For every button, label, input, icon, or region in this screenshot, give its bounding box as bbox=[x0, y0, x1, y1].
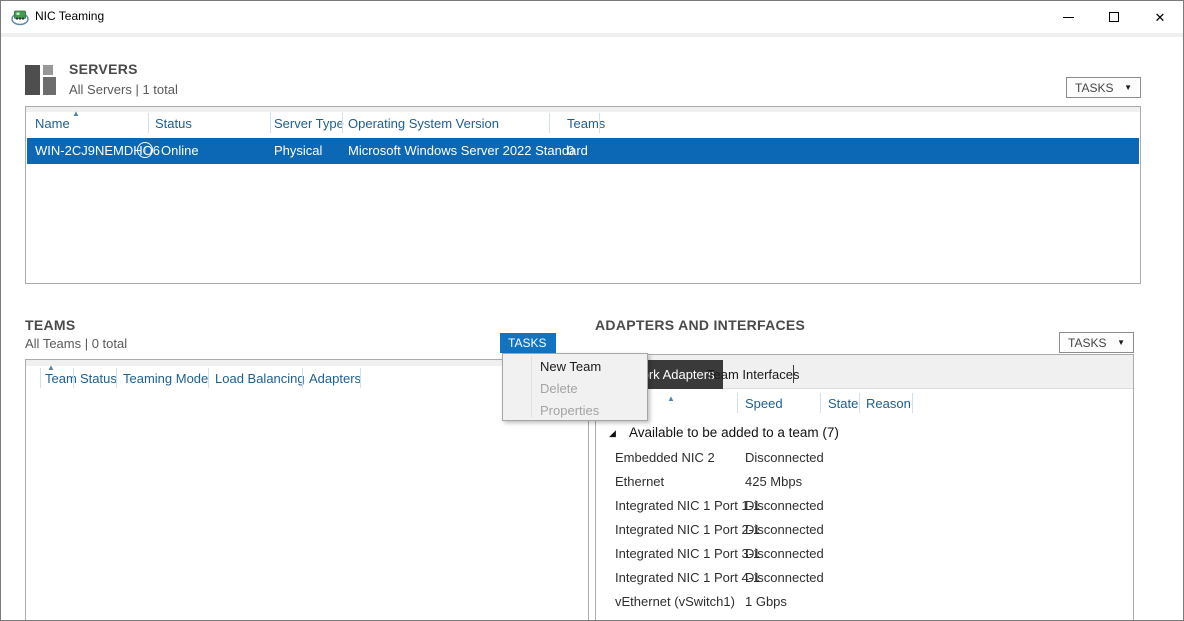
column-header-adapters[interactable]: Adapters bbox=[309, 371, 361, 386]
column-header-state[interactable]: State bbox=[828, 396, 858, 411]
maximize-icon bbox=[1109, 12, 1119, 22]
adapter-name-cell: Ethernet bbox=[615, 474, 664, 489]
caption-controls: ✕ bbox=[1045, 1, 1183, 33]
menu-item-new-team[interactable]: New Team bbox=[504, 355, 646, 377]
adapter-speed-cell: 425 Mbps bbox=[745, 474, 802, 489]
column-separator bbox=[599, 113, 600, 133]
tab-team-interfaces[interactable]: Team Interfaces bbox=[699, 360, 808, 389]
servers-section-title: SERVERS bbox=[69, 61, 138, 77]
column-separator bbox=[73, 368, 74, 388]
column-separator bbox=[208, 368, 209, 388]
adapter-speed-cell: Disconnected bbox=[745, 450, 824, 465]
adapter-row[interactable]: vEthernet (vSwitch1) 1 Gbps bbox=[596, 590, 1133, 614]
server-teams-cell: 0 bbox=[567, 143, 574, 158]
column-header-reason[interactable]: Reason bbox=[866, 396, 911, 411]
adapters-tasks-label: TASKS bbox=[1068, 336, 1106, 350]
column-header-status[interactable]: Status bbox=[155, 116, 192, 131]
server-status-cell: Online bbox=[161, 143, 199, 158]
adapter-name-cell: vEthernet (vSwitch1) bbox=[615, 594, 735, 609]
adapter-name-cell: Integrated NIC 1 Port 3-1 bbox=[615, 546, 760, 561]
column-separator bbox=[912, 393, 913, 413]
server-row-selected[interactable]: WIN-2CJ9NEMDHO6 ↑ Online Physical Micros… bbox=[27, 138, 1139, 164]
adapters-tab-bar: Network Adapters Team Interfaces bbox=[596, 355, 1133, 389]
sort-ascending-icon: ▲ bbox=[667, 395, 675, 403]
teams-tasks-menu: New Team Delete Properties bbox=[502, 353, 648, 421]
column-separator bbox=[360, 368, 361, 388]
teams-section-title: TEAMS bbox=[25, 317, 76, 333]
servers-tasks-dropdown-icon: ▼ bbox=[1124, 83, 1132, 92]
column-separator bbox=[737, 393, 738, 413]
adapters-tasks-button[interactable]: TASKS ▼ bbox=[1059, 332, 1134, 353]
column-header-status[interactable]: Status bbox=[80, 371, 117, 386]
titlebar-divider bbox=[1, 33, 1183, 37]
servers-table-top-strip bbox=[26, 107, 1140, 112]
close-icon: ✕ bbox=[1155, 11, 1166, 24]
title-bar: NIC Teaming ✕ bbox=[1, 1, 1183, 33]
column-header-speed[interactable]: Speed bbox=[745, 396, 783, 411]
adapter-speed-cell: 1 Gbps bbox=[745, 594, 787, 609]
servers-section-subtitle: All Servers | 1 total bbox=[69, 82, 178, 97]
adapter-speed-cell: Disconnected bbox=[745, 570, 824, 585]
sort-ascending-icon: ▲ bbox=[72, 110, 80, 118]
up-arrow-icon: ↑ bbox=[143, 145, 148, 155]
group-label: Available to be added to a team (7) bbox=[629, 425, 839, 440]
adapter-speed-cell: Disconnected bbox=[745, 522, 824, 537]
minimize-button[interactable] bbox=[1045, 1, 1091, 33]
menu-item-delete[interactable]: Delete bbox=[504, 377, 646, 399]
window-title: NIC Teaming bbox=[35, 9, 104, 23]
adapter-name-cell: Embedded NIC 2 bbox=[615, 450, 715, 465]
column-header-os-version[interactable]: Operating System Version bbox=[348, 116, 499, 131]
column-separator bbox=[820, 393, 821, 413]
column-separator bbox=[116, 368, 117, 388]
adapter-row[interactable]: Integrated NIC 1 Port 3-1 Disconnected bbox=[596, 542, 1133, 566]
maximize-button[interactable] bbox=[1091, 1, 1137, 33]
menu-item-properties[interactable]: Properties bbox=[504, 399, 646, 421]
adapter-speed-cell: Disconnected bbox=[745, 498, 824, 513]
adapter-name-cell: Integrated NIC 1 Port 4-1 bbox=[615, 570, 760, 585]
column-separator bbox=[270, 113, 271, 133]
column-separator bbox=[549, 113, 550, 133]
adapter-name-cell: Integrated NIC 1 Port 1-1 bbox=[615, 498, 760, 513]
adapters-panel: Network Adapters Team Interfaces ▲ Speed… bbox=[595, 354, 1134, 621]
teams-tasks-label: TASKS bbox=[508, 336, 546, 350]
adapter-row[interactable]: Integrated NIC 1 Port 1-1 Disconnected bbox=[596, 494, 1133, 518]
column-header-server-type[interactable]: Server Type bbox=[274, 116, 344, 131]
adapter-group-row[interactable]: ◢ Available to be added to a team (7) bbox=[596, 424, 1133, 446]
adapter-row[interactable]: Integrated NIC 1 Port 2-1 Disconnected bbox=[596, 518, 1133, 542]
nic-teaming-app-icon bbox=[11, 8, 29, 26]
close-button[interactable]: ✕ bbox=[1137, 1, 1183, 33]
teams-tasks-dropdown-icon: ▼ bbox=[556, 339, 564, 348]
teams-tasks-button[interactable]: TASKS ▼ bbox=[500, 333, 556, 353]
servers-tasks-label: TASKS bbox=[1075, 81, 1113, 95]
column-separator bbox=[342, 113, 343, 133]
server-os-cell: Microsoft Windows Server 2022 Standard bbox=[348, 143, 588, 158]
column-separator bbox=[859, 393, 860, 413]
column-header-load-balancing[interactable]: Load Balancing bbox=[215, 371, 305, 386]
server-type-cell: Physical bbox=[274, 143, 322, 158]
column-separator bbox=[302, 368, 303, 388]
column-header-teaming-mode[interactable]: Teaming Mode bbox=[123, 371, 208, 386]
servers-tile-icon bbox=[25, 63, 59, 97]
column-separator bbox=[40, 368, 41, 388]
adapter-speed-cell: Disconnected bbox=[745, 546, 824, 561]
group-expanded-icon[interactable]: ◢ bbox=[609, 429, 616, 438]
tab-caret bbox=[793, 365, 794, 383]
online-status-icon: ↑ bbox=[137, 142, 153, 158]
adapters-tasks-dropdown-icon: ▼ bbox=[1117, 338, 1125, 347]
adapter-row[interactable]: Ethernet 425 Mbps bbox=[596, 470, 1133, 494]
teams-section-subtitle: All Teams | 0 total bbox=[25, 336, 127, 351]
adapter-name-cell: Integrated NIC 1 Port 2-1 bbox=[615, 522, 760, 537]
servers-table: ▲ Name Status Server Type Operating Syst… bbox=[25, 106, 1141, 284]
column-separator bbox=[148, 113, 149, 133]
servers-tasks-button[interactable]: TASKS ▼ bbox=[1066, 77, 1141, 98]
minimize-icon bbox=[1063, 17, 1074, 18]
nic-teaming-window: NIC Teaming ✕ SERVERS All Servers | 1 to… bbox=[0, 0, 1184, 621]
adapter-row[interactable]: Integrated NIC 1 Port 4-1 Disconnected bbox=[596, 566, 1133, 590]
adapter-row[interactable]: Embedded NIC 2 Disconnected bbox=[596, 446, 1133, 470]
column-header-name[interactable]: Name bbox=[35, 116, 70, 131]
adapters-section-title: ADAPTERS AND INTERFACES bbox=[595, 317, 805, 333]
